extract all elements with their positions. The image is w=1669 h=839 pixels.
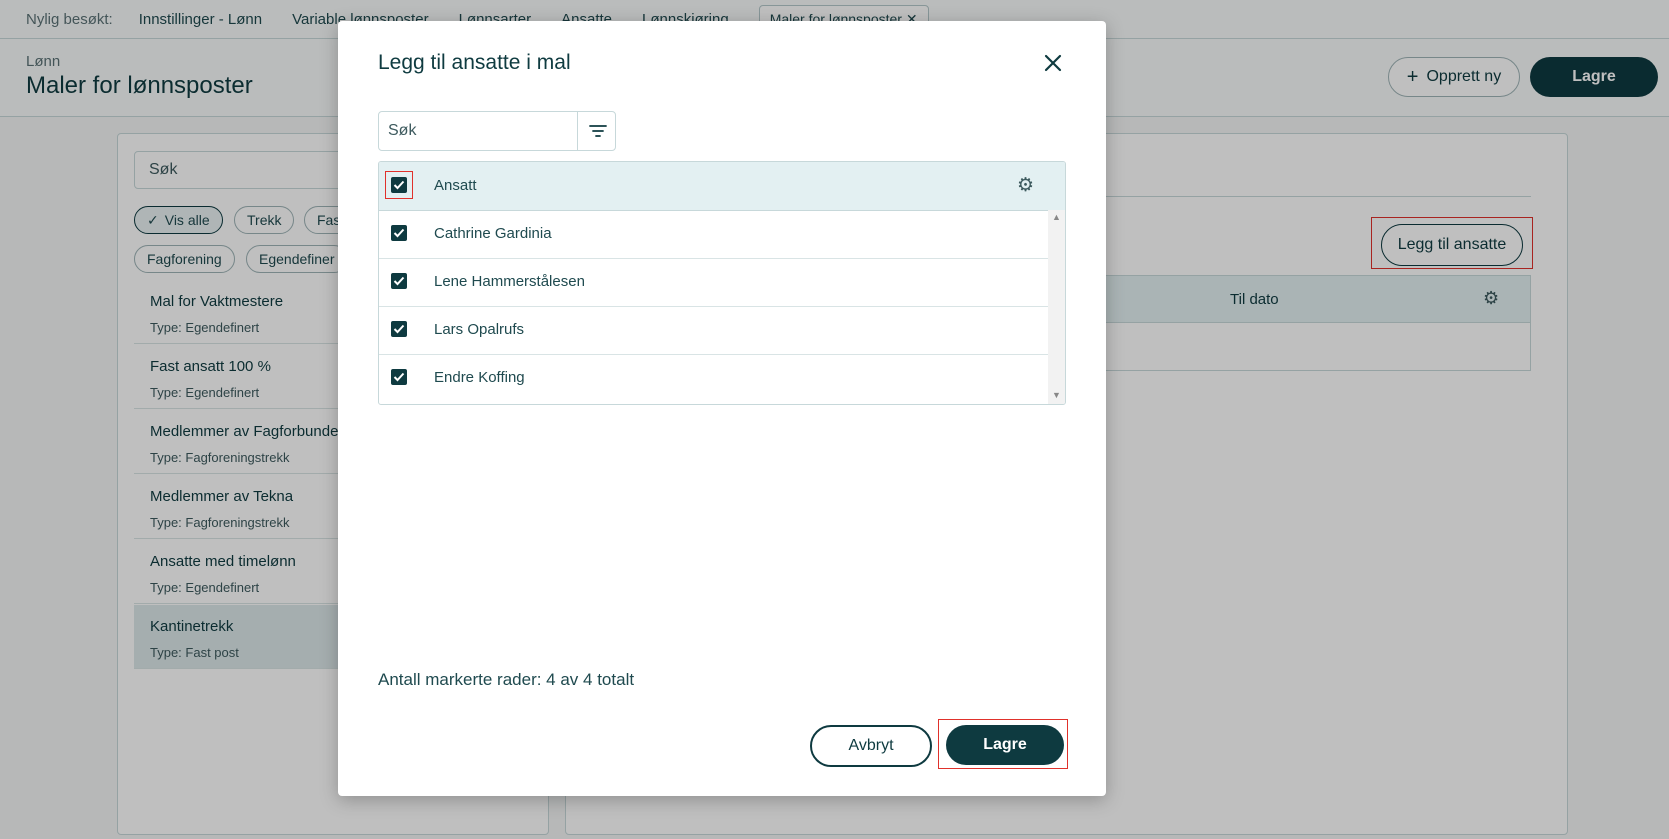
table-row[interactable]: Lene Hammerstålesen bbox=[379, 258, 1048, 307]
highlight-box bbox=[385, 171, 413, 199]
table-row[interactable]: Cathrine Gardinia bbox=[379, 210, 1048, 259]
employee-grid: Ansatt ⚙ Cathrine Gardinia Lene Hammerst… bbox=[378, 161, 1066, 405]
search-placeholder: Søk bbox=[388, 122, 417, 139]
selected-count-text: Antall markerte rader: 4 av 4 totalt bbox=[378, 670, 635, 689]
scroll-up-icon[interactable]: ▲ bbox=[1052, 212, 1061, 222]
column-header-employee[interactable]: Ansatt bbox=[434, 177, 477, 194]
highlight-box bbox=[938, 719, 1068, 769]
employee-name: Lene Hammerstålesen bbox=[434, 273, 585, 290]
gear-icon[interactable]: ⚙ bbox=[1017, 174, 1034, 197]
grid-scrollbar[interactable]: ▲ ▼ bbox=[1048, 210, 1065, 404]
table-row[interactable]: Endre Koffing bbox=[379, 354, 1048, 402]
row-checkbox[interactable] bbox=[391, 369, 407, 385]
grid-header-row: Ansatt ⚙ bbox=[379, 162, 1065, 211]
employee-search-input[interactable]: Søk bbox=[378, 111, 616, 151]
row-checkbox[interactable] bbox=[391, 321, 407, 337]
employee-name: Cathrine Gardinia bbox=[434, 225, 552, 242]
cancel-button[interactable]: Avbryt bbox=[810, 725, 932, 767]
scroll-down-icon[interactable]: ▼ bbox=[1052, 390, 1061, 400]
add-employees-dialog: Legg til ansatte i mal Søk Ansatt ⚙ Cath… bbox=[338, 21, 1106, 796]
employee-name: Lars Opalrufs bbox=[434, 321, 525, 338]
row-checkbox[interactable] bbox=[391, 225, 407, 241]
close-icon[interactable] bbox=[1042, 52, 1064, 74]
dialog-title: Legg til ansatte i mal bbox=[378, 51, 571, 74]
employee-name: Endre Koffing bbox=[434, 369, 525, 386]
filter-icon[interactable] bbox=[577, 112, 617, 150]
table-row[interactable]: Lars Opalrufs bbox=[379, 306, 1048, 355]
row-checkbox[interactable] bbox=[391, 273, 407, 289]
